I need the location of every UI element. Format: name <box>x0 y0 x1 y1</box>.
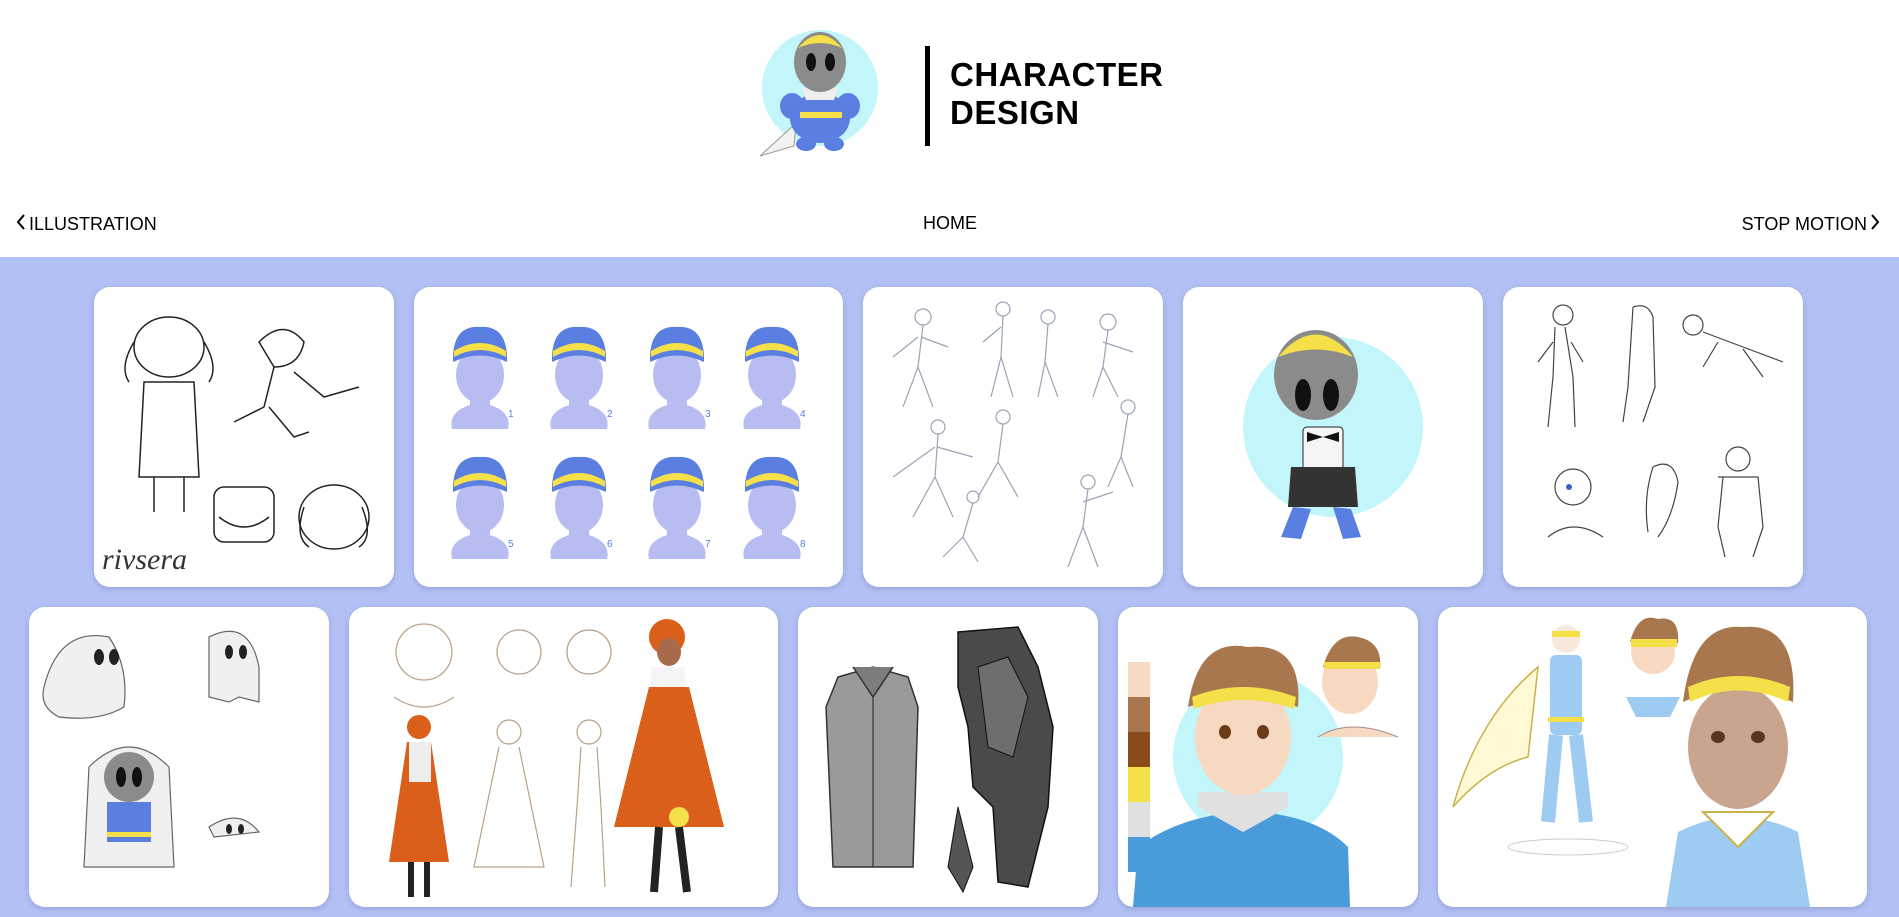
gallery-card-caped-hero[interactable] <box>1438 607 1867 907</box>
gallery-card-pose-sketches[interactable] <box>863 287 1163 587</box>
site-header: CHARACTER DESIGN ILLUSTRATION HOME STOP … <box>0 0 1899 257</box>
site-title-line2: DESIGN <box>950 94 1080 131</box>
chevron-right-icon <box>1869 213 1881 236</box>
pose-sketches-image <box>892 301 1136 568</box>
hair-variation-number: 5 <box>508 539 514 550</box>
hair-variation-number: 7 <box>705 539 711 550</box>
hair-variation-number: 6 <box>607 539 613 550</box>
gallery-card-armor-costume[interactable] <box>798 607 1098 907</box>
hair-variation-4: 4 <box>743 326 806 429</box>
hair-variation-6: 6 <box>550 456 613 559</box>
site-title: CHARACTER DESIGN <box>950 56 1164 132</box>
caped-hero-image <box>1452 617 1810 907</box>
hair-variation-number: 1 <box>508 409 514 420</box>
boy-headband-image <box>1128 636 1399 907</box>
dog-sketch-image: rivsera <box>102 316 370 576</box>
hair-variation-7: 7 <box>648 456 711 559</box>
armor-costume-image <box>825 626 1054 894</box>
gallery-card-dog-sketch[interactable]: rivsera <box>94 287 394 587</box>
hair-variation-1: 1 <box>451 326 514 429</box>
gallery-grid: rivsera 1 2 3 4 5 6 7 8 <box>0 257 1899 917</box>
hair-variation-number: 8 <box>800 539 806 550</box>
chevron-left-icon <box>15 213 27 236</box>
gallery-card-boy-headband[interactable] <box>1118 607 1418 907</box>
gallery-card-chibi-character[interactable] <box>1183 287 1483 587</box>
prev-section-link[interactable]: ILLUSTRATION <box>15 213 157 236</box>
hair-variation-number: 2 <box>607 409 613 420</box>
hair-variation-3: 3 <box>648 326 711 429</box>
dog-sketch-signature: rivsera <box>102 543 187 576</box>
hair-variation-5: 5 <box>451 456 514 559</box>
hair-variation-number: 4 <box>800 409 806 420</box>
hair-variations-image: 1 2 3 4 5 6 7 8 <box>451 326 806 559</box>
home-link[interactable]: HOME <box>923 213 977 234</box>
next-section-label: STOP MOTION <box>1741 214 1867 234</box>
ghost-sketches-image <box>42 630 261 868</box>
gallery-card-figure-sketches[interactable] <box>1503 287 1803 587</box>
figure-sketches-image <box>1537 304 1784 558</box>
header-divider <box>925 46 930 146</box>
next-section-link[interactable]: STOP MOTION <box>1742 213 1881 236</box>
mascot-logo[interactable] <box>754 18 884 160</box>
gallery-card-ghost-sketches[interactable] <box>29 607 329 907</box>
gallery-card-hair-variations[interactable]: 1 2 3 4 5 6 7 8 <box>414 287 843 587</box>
home-label: HOME <box>923 213 977 233</box>
site-title-line1: CHARACTER <box>950 56 1164 93</box>
orange-dress-image <box>389 619 724 897</box>
hair-variation-2: 2 <box>550 326 613 429</box>
gallery-card-orange-dress[interactable] <box>349 607 778 907</box>
hair-variation-8: 8 <box>743 456 806 559</box>
chibi-character-image <box>1243 330 1423 539</box>
hair-variation-number: 3 <box>705 409 711 420</box>
prev-section-label: ILLUSTRATION <box>29 214 157 234</box>
